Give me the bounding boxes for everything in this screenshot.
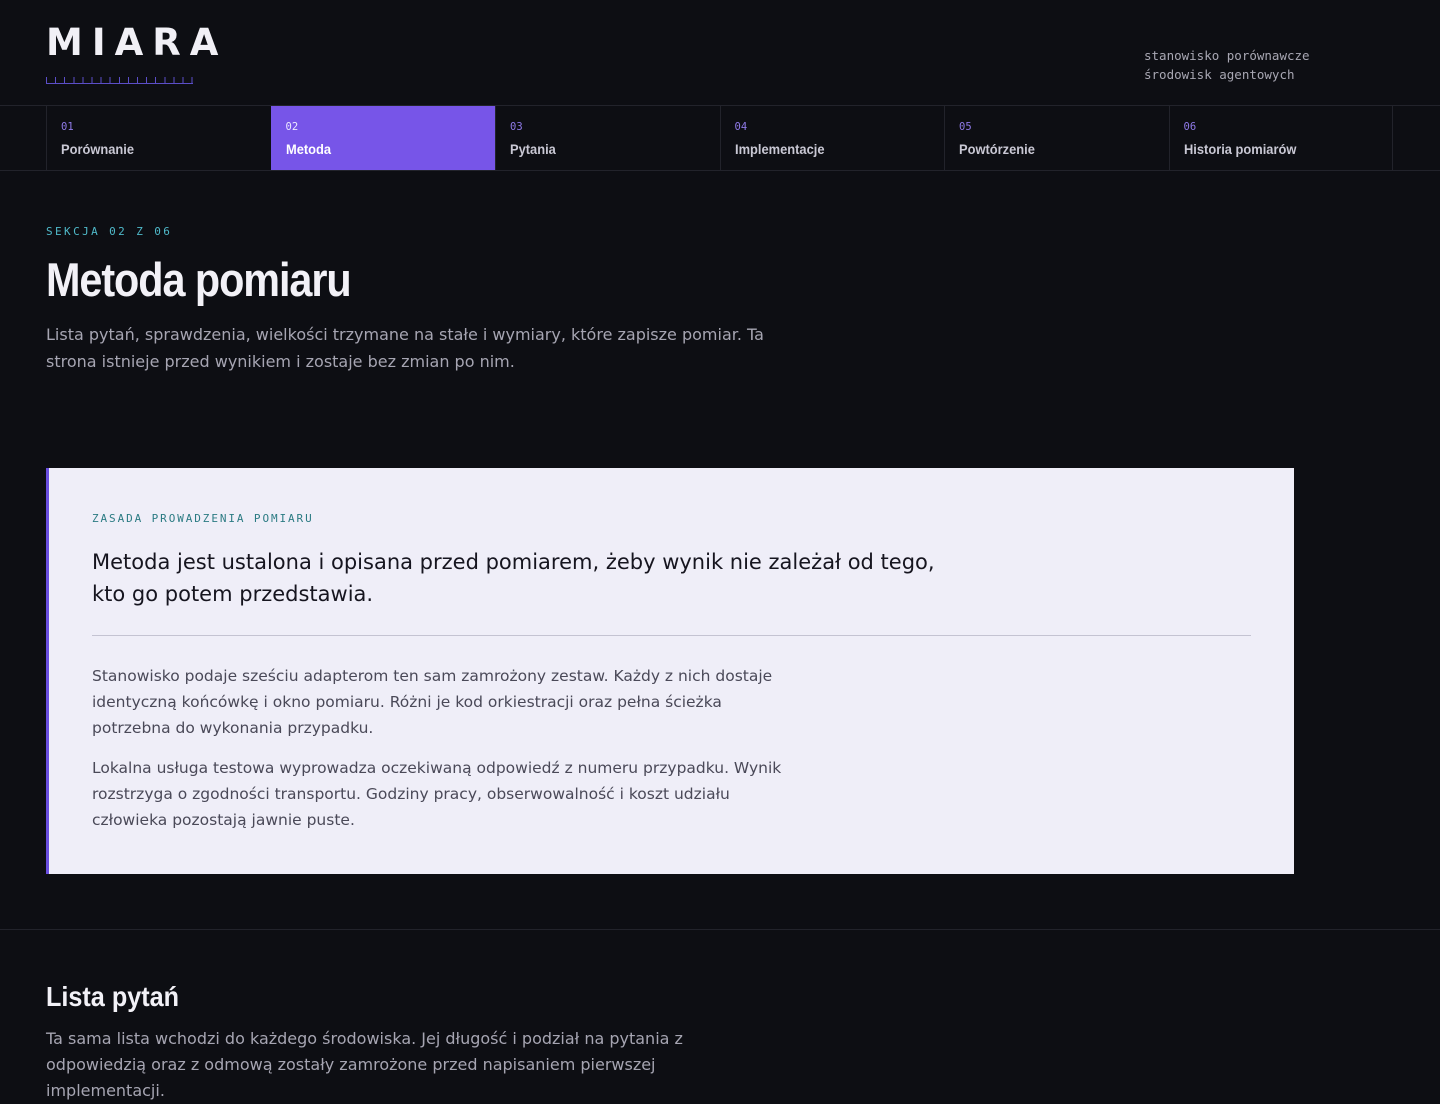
site-header: MIARA stanowisko porównawcze środowisk a…: [0, 0, 1440, 106]
tab-number: 04: [734, 121, 748, 133]
tab-label: Historia pomiarów: [1183, 141, 1296, 157]
principle-lead: Metoda jest ustalona i opisana przed pom…: [92, 550, 935, 606]
tagline: stanowisko porównawcze środowisk agentow…: [1144, 46, 1310, 84]
tagline-line-2: środowisk agentowych: [1144, 67, 1295, 82]
tab-historia-pomiarow[interactable]: 06 Historia pomiarów: [1168, 106, 1393, 170]
principle-body: Stanowisko podaje sześciu adapterom ten …: [92, 663, 782, 833]
tab-number: 02: [285, 121, 299, 133]
tab-number: 06: [1183, 121, 1197, 133]
tab-number: 01: [61, 121, 74, 133]
page-title: Metoda pomiaru: [46, 253, 352, 306]
questions-section-title: Lista pytań: [46, 981, 180, 1012]
divider: [92, 635, 1251, 636]
logo[interactable]: MIARA: [46, 24, 227, 61]
tab-label: Metoda: [285, 141, 331, 157]
tab-porownanie[interactable]: 01 Porównanie: [46, 106, 271, 170]
tab-label: Implementacje: [734, 141, 824, 157]
section-divider: [0, 929, 1440, 930]
tab-label: Pytania: [510, 141, 556, 157]
tab-metoda[interactable]: 02 Metoda: [270, 106, 495, 170]
tab-label: Porównanie: [61, 141, 135, 157]
tab-implementacje[interactable]: 04 Implementacje: [719, 106, 945, 170]
principle-card: ZASADA PROWADZENIA POMIARU Metoda jest u…: [46, 468, 1294, 874]
tab-number: 05: [959, 121, 972, 133]
section-tabs: 01 Porównanie 02 Metoda 03 Pytania 04 Im…: [0, 106, 1440, 171]
tab-pytania[interactable]: 03 Pytania: [495, 106, 720, 170]
section-intro: Lista pytań, sprawdzenia, wielkości trzy…: [46, 325, 764, 371]
tab-label: Powtórzenie: [959, 141, 1035, 157]
questions-section-description: Ta sama lista wchodzi do każdego środowi…: [46, 1029, 683, 1100]
logo-ruler-decoration: [46, 76, 193, 84]
tagline-line-1: stanowisko porównawcze: [1144, 48, 1310, 63]
section-eyebrow: SEKCJA 02 Z 06: [46, 225, 173, 238]
principle-paragraph-1: Stanowisko podaje sześciu adapterom ten …: [92, 667, 773, 737]
principle-eyebrow: ZASADA PROWADZENIA POMIARU: [92, 512, 314, 525]
tab-powtorzenie[interactable]: 05 Powtórzenie: [944, 106, 1169, 170]
principle-paragraph-2: Lokalna usługa testowa wyprowadza oczeki…: [92, 759, 782, 829]
tab-number: 03: [510, 121, 523, 133]
